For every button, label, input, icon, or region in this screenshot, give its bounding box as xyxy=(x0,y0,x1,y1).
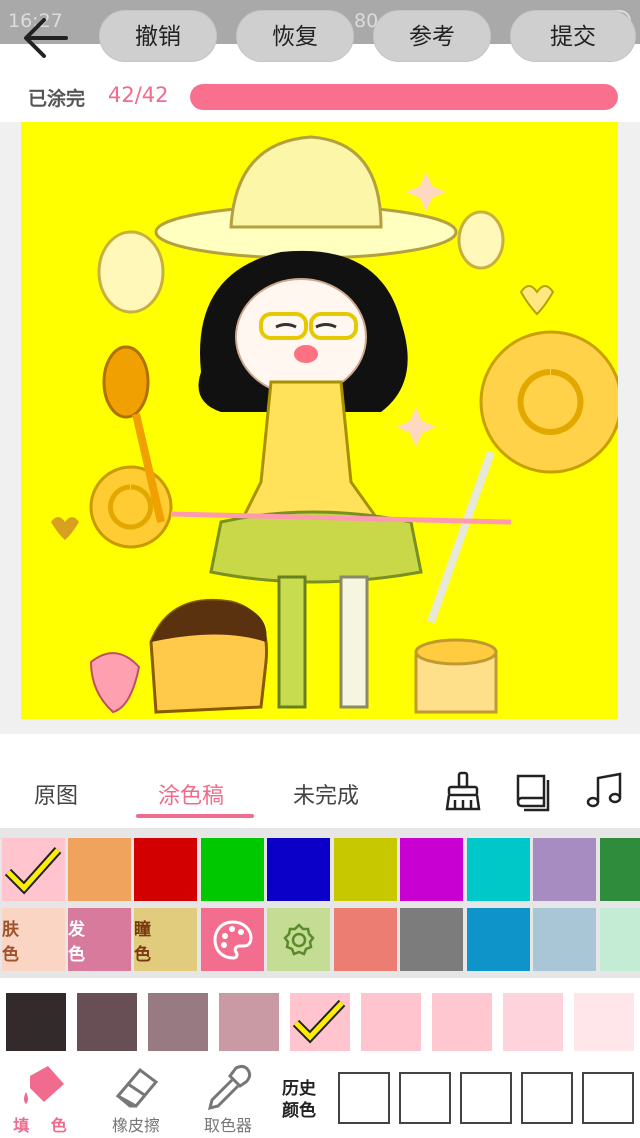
back-button[interactable] xyxy=(18,10,78,66)
shade-swatch[interactable] xyxy=(6,993,66,1051)
color-swatch[interactable] xyxy=(400,838,463,901)
paint-bucket-icon xyxy=(24,1066,64,1104)
history-color-slot[interactable] xyxy=(521,1072,573,1124)
hair-color-button[interactable]: 发 色 xyxy=(68,908,131,971)
book-icon[interactable] xyxy=(512,770,554,812)
color-swatch[interactable] xyxy=(400,908,463,971)
eyedropper-icon xyxy=(207,1064,252,1111)
arrow-left-icon xyxy=(24,18,68,58)
progress-label: 已涂完 xyxy=(28,88,86,110)
shade-row xyxy=(0,980,640,1060)
color-swatch[interactable] xyxy=(533,838,596,901)
shade-swatch[interactable] xyxy=(77,993,137,1051)
redo-button[interactable]: 恢复 xyxy=(236,10,354,62)
color-swatch[interactable] xyxy=(201,838,264,901)
broom-icon[interactable] xyxy=(442,770,484,812)
color-swatch[interactable] xyxy=(533,908,596,971)
progress-row: 已涂完 42/42 xyxy=(0,74,640,120)
color-swatch[interactable] xyxy=(467,908,530,971)
color-swatch[interactable] xyxy=(600,908,640,971)
shade-swatch[interactable] xyxy=(361,993,421,1051)
color-swatch[interactable] xyxy=(134,838,197,901)
fill-tool-label: 填 色 xyxy=(13,1116,75,1135)
shade-swatch-selected[interactable] xyxy=(290,993,350,1051)
fill-tool-button[interactable]: 填 色 xyxy=(4,1062,84,1136)
history-color-slot[interactable] xyxy=(460,1072,512,1124)
eraser-icon xyxy=(115,1067,159,1108)
color-palette: 肤 色 发 色 瞳 色 xyxy=(0,828,640,978)
eyedropper-tool-button[interactable]: 取色器 xyxy=(188,1062,268,1136)
tab-unfinished[interactable]: 未完成 xyxy=(293,778,359,810)
history-color-slot[interactable] xyxy=(582,1072,634,1124)
submit-button[interactable]: 提交 xyxy=(510,10,636,62)
color-swatch[interactable] xyxy=(334,908,397,971)
palette-icon xyxy=(212,919,253,960)
color-swatch[interactable] xyxy=(467,838,530,901)
checkmark-icon xyxy=(4,846,62,895)
checkmark-icon xyxy=(292,999,346,1044)
progress-count: 42/42 xyxy=(108,83,169,107)
custom-palette-button[interactable] xyxy=(201,908,264,971)
color-swatch[interactable] xyxy=(68,838,131,901)
shade-swatch[interactable] xyxy=(432,993,492,1051)
bottom-toolbar: 填 色 橡皮擦 取色器 历史颜色 xyxy=(0,1060,640,1138)
history-color-slot[interactable] xyxy=(399,1072,451,1124)
eye-color-label: 瞳 色 xyxy=(134,919,159,965)
reference-button[interactable]: 参考 xyxy=(373,10,491,62)
progress-bar xyxy=(190,84,618,110)
artwork-illustration xyxy=(21,122,618,719)
shade-swatch[interactable] xyxy=(219,993,279,1051)
color-swatch[interactable] xyxy=(334,838,397,901)
settings-button[interactable] xyxy=(267,908,330,971)
color-swatch[interactable] xyxy=(267,838,330,901)
tab-active-indicator xyxy=(136,814,254,818)
eye-color-button[interactable]: 瞳 色 xyxy=(134,908,197,971)
undo-button[interactable]: 撤销 xyxy=(99,10,217,62)
color-swatch[interactable] xyxy=(600,838,640,901)
view-tabs: 原图 涂色稿 未完成 xyxy=(0,760,640,826)
top-bar: 16:27 80.6K/s 22 撤销 恢复 参考 提交 xyxy=(0,0,640,72)
shade-swatch[interactable] xyxy=(574,993,634,1051)
coloring-canvas[interactable] xyxy=(21,122,618,719)
eraser-tool-button[interactable]: 橡皮擦 xyxy=(96,1062,176,1136)
eyedropper-tool-label: 取色器 xyxy=(203,1116,252,1135)
tab-coloring-draft[interactable]: 涂色稿 xyxy=(158,778,224,810)
shade-swatch[interactable] xyxy=(503,993,563,1051)
progress-bar-fill xyxy=(190,84,618,110)
hair-color-label: 发 色 xyxy=(68,919,93,965)
color-swatch-selected[interactable] xyxy=(2,838,65,901)
skin-color-button[interactable]: 肤 色 xyxy=(2,908,65,971)
canvas-area xyxy=(0,122,640,734)
history-colors-label: 历史颜色 xyxy=(282,1079,316,1121)
history-color-slot[interactable] xyxy=(338,1072,390,1124)
shade-swatch[interactable] xyxy=(148,993,208,1051)
skin-color-label: 肤 色 xyxy=(2,919,27,965)
gear-icon xyxy=(282,922,315,956)
eraser-tool-label: 橡皮擦 xyxy=(111,1116,160,1135)
tab-original[interactable]: 原图 xyxy=(34,778,78,810)
music-icon[interactable] xyxy=(584,770,626,812)
